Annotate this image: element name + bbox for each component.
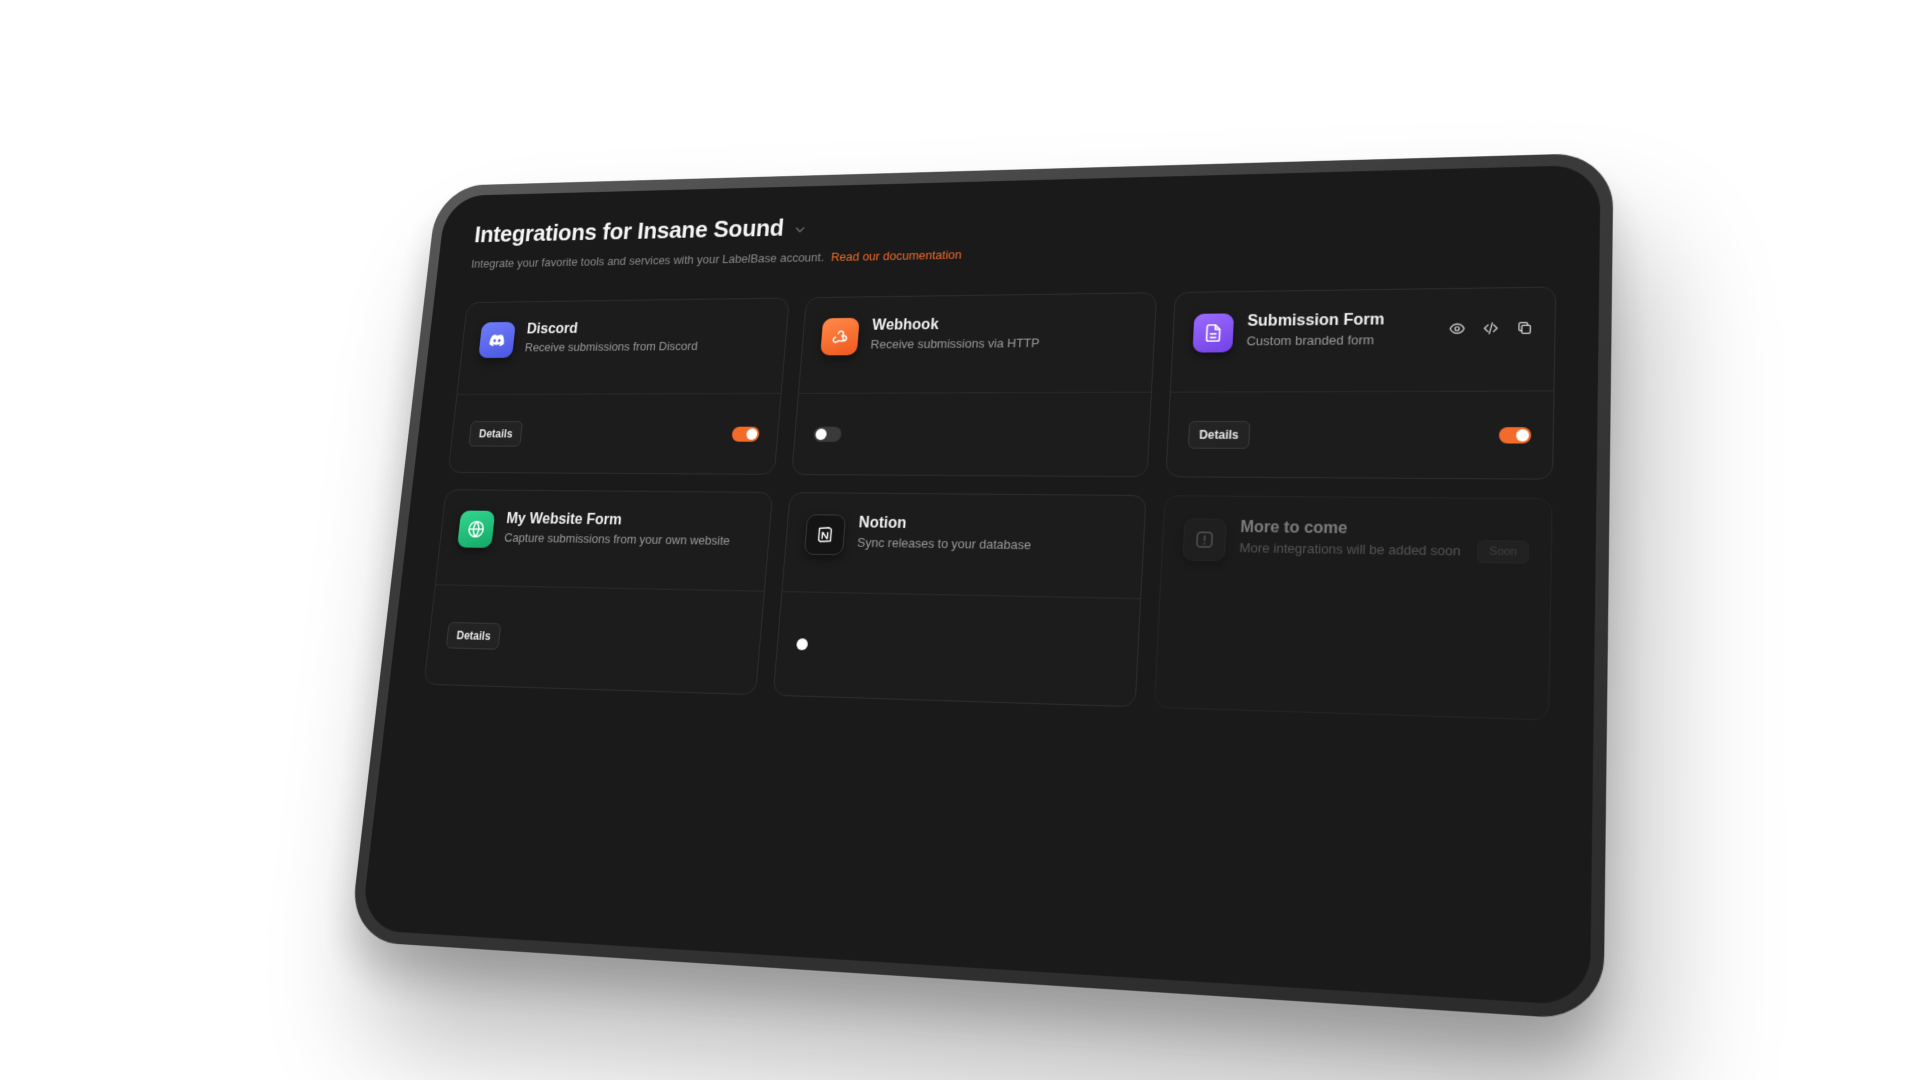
soon-badge: Soon (1477, 540, 1530, 564)
code-icon[interactable] (1482, 320, 1499, 336)
details-button[interactable]: Details (468, 420, 524, 447)
notion-icon (804, 514, 847, 556)
integrations-page: Integrations for Insane Sound Integrate … (399, 195, 1558, 969)
integration-card-submission-form: Submission Form Custom branded form Deta… (1165, 286, 1557, 480)
toggle-knob (746, 428, 759, 440)
documentation-link[interactable]: Read our documentation (831, 248, 963, 264)
subtitle-text: Integrate your favorite tools and servic… (470, 250, 825, 271)
card-title: My Website Form (505, 511, 623, 529)
integration-card-webhook: Webhook Receive submissions via HTTP (791, 292, 1157, 478)
card-description: More integrations will be added soon (1239, 540, 1461, 559)
integration-card-more-to-come: More to come More integrations will be a… (1153, 495, 1553, 721)
card-header: Notion Sync releases to your database (782, 493, 1146, 600)
card-footer: Details (424, 585, 764, 694)
card-footer (774, 592, 1140, 706)
card-text: More to come More integrations will be a… (1239, 519, 1463, 561)
card-footer: Details (449, 394, 781, 474)
toggle-knob (1516, 428, 1530, 441)
details-button[interactable]: Details (445, 621, 502, 650)
enable-toggle[interactable] (796, 636, 825, 652)
globe-icon (457, 510, 496, 548)
card-actions (1449, 320, 1534, 337)
integration-card-discord: Discord Receive submissions from Discord… (447, 297, 791, 475)
card-text: Webhook Receive submissions via HTTP (870, 315, 1135, 354)
card-text: Discord Receive submissions from Discord (524, 319, 769, 356)
card-description: Custom branded form (1246, 332, 1375, 349)
eye-icon[interactable] (1449, 321, 1466, 337)
card-description: Capture submissions from your own websit… (503, 530, 731, 548)
details-button[interactable]: Details (1187, 420, 1251, 449)
card-footer: Details (1166, 391, 1553, 478)
card-text: My Website Form Capture submissions from… (503, 511, 752, 550)
card-header: Discord Receive submissions from Discord (457, 298, 790, 395)
info-icon (1181, 518, 1227, 562)
card-description: Sync releases to your database (856, 535, 1032, 553)
card-header: Webhook Receive submissions via HTTP (799, 293, 1156, 394)
card-header: Submission Form Custom branded form (1170, 287, 1556, 393)
card-text: Notion Sync releases to your database (857, 515, 1125, 556)
integration-card-notion: Notion Sync releases to your database (773, 492, 1147, 708)
integrations-grid: Discord Receive submissions from Discord… (423, 286, 1557, 721)
card-title: Submission Form (1246, 311, 1385, 330)
copy-icon[interactable] (1516, 320, 1533, 336)
enable-toggle[interactable] (813, 426, 843, 442)
card-description: Receive submissions via HTTP (870, 335, 1040, 352)
card-title: Webhook (871, 316, 940, 334)
card-text: Submission Form Custom branded form (1246, 311, 1435, 350)
card-title: Discord (526, 321, 579, 338)
card-header: More to come More integrations will be a… (1160, 496, 1552, 606)
stage: Integrations for Insane Sound Integrate … (0, 0, 1920, 1080)
toggle-knob (796, 637, 809, 650)
screen: Integrations for Insane Sound Integrate … (360, 164, 1601, 1007)
tablet-device: Integrations for Insane Sound Integrate … (348, 152, 1614, 1021)
webhook-icon (820, 317, 860, 356)
card-description: Receive submissions from Discord (524, 338, 699, 355)
file-icon (1192, 313, 1234, 353)
toggle-knob (815, 428, 828, 440)
page-title: Integrations for Insane Sound (473, 213, 785, 248)
card-title: Notion (858, 514, 907, 532)
card-title: More to come (1239, 518, 1348, 538)
card-header: My Website Form Capture submissions from… (435, 490, 773, 592)
chevron-down-icon[interactable] (792, 222, 808, 237)
discord-icon (478, 321, 516, 359)
integration-card-website-form: My Website Form Capture submissions from… (423, 489, 774, 696)
card-footer (792, 393, 1150, 476)
enable-toggle[interactable] (731, 426, 761, 442)
enable-toggle[interactable] (1498, 426, 1532, 444)
